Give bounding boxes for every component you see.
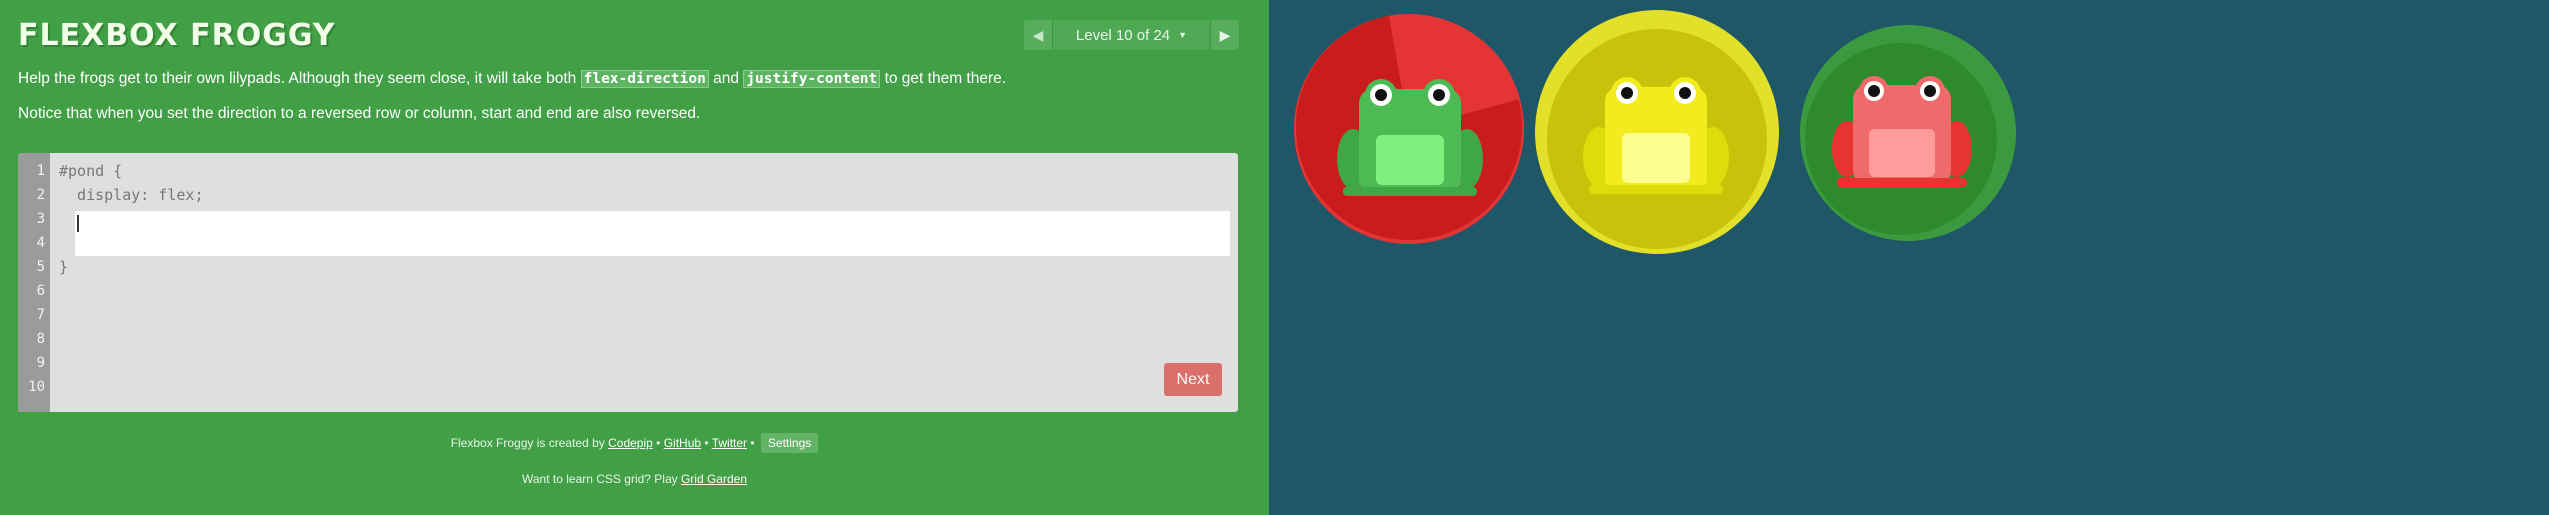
red-lilypad-with-frog: [1294, 14, 1524, 244]
code-line-1: #pond {: [59, 162, 123, 180]
instructions-text: and: [708, 70, 744, 87]
sidebar: FLEXBOX FROGGY ◀ Level 10 of 24 ▼ ▶ Help…: [0, 0, 1269, 515]
instructions-paragraph-2: Notice that when you set the direction t…: [18, 105, 701, 122]
line-number: 3: [36, 211, 45, 227]
line-number: 1: [36, 163, 45, 179]
triangle-left-icon: ◀: [1032, 26, 1044, 43]
code-justify-content[interactable]: justify-content: [743, 70, 881, 88]
instructions-paragraph-1: Help the frogs get to their own lilypads…: [18, 67, 1006, 91]
github-link[interactable]: GitHub: [664, 436, 701, 450]
line-number: 6: [36, 283, 45, 299]
text-cursor: [77, 215, 79, 232]
yellow-lilypad-with-frog: [1535, 10, 1779, 254]
green-lilypad-with-frog: [1800, 25, 2016, 241]
caret-down-icon: ▼: [1178, 30, 1188, 40]
line-number: 9: [36, 355, 45, 371]
instructions-text: to get them there.: [880, 70, 1007, 87]
twitter-link[interactable]: Twitter: [712, 436, 747, 450]
separator: •: [701, 436, 712, 450]
credits-footer: Flexbox Froggy is created by Codepip • G…: [0, 433, 1269, 453]
level-navigation: ◀ Level 10 of 24 ▼ ▶: [1024, 20, 1239, 50]
pond-board: [1269, 0, 2549, 515]
css-editor: 1 2 3 4 5 6 7 8 9 10 #pond { display: fl…: [18, 153, 1238, 412]
previous-level-button[interactable]: ◀: [1024, 20, 1052, 50]
next-level-button[interactable]: ▶: [1211, 20, 1239, 50]
code-line-2: display: flex;: [59, 186, 204, 204]
line-number: 10: [28, 379, 45, 395]
credits-text: Flexbox Froggy is created by: [450, 436, 609, 450]
instructions-text: Help the frogs get to their own lilypads…: [18, 70, 581, 87]
code-flex-direction[interactable]: flex-direction: [580, 70, 709, 88]
next-button[interactable]: Next: [1164, 363, 1222, 396]
settings-button[interactable]: Settings: [760, 433, 819, 453]
app-title: FLEXBOX FROGGY: [18, 18, 336, 53]
promo-text: Want to learn CSS grid? Play: [522, 472, 681, 486]
level-indicator[interactable]: Level 10 of 24 ▼: [1052, 20, 1211, 50]
level-label: Level 10 of 24: [1075, 26, 1171, 44]
separator: •: [747, 436, 758, 450]
line-number: 7: [36, 307, 45, 323]
separator: •: [652, 436, 664, 450]
code-line-5: }: [59, 258, 69, 276]
grid-garden-link[interactable]: Grid Garden: [681, 472, 747, 486]
line-number: 5: [36, 259, 45, 275]
line-number: 4: [36, 235, 45, 251]
grid-garden-promo: Want to learn CSS grid? Play Grid Garden: [0, 472, 1269, 486]
css-answer-input[interactable]: [75, 211, 1230, 256]
triangle-right-icon: ▶: [1219, 26, 1231, 43]
codepip-link[interactable]: Codepip: [608, 436, 653, 450]
line-number: 2: [36, 187, 45, 203]
line-number-gutter: 1 2 3 4 5 6 7 8 9 10: [18, 153, 50, 412]
line-number: 8: [36, 331, 45, 347]
